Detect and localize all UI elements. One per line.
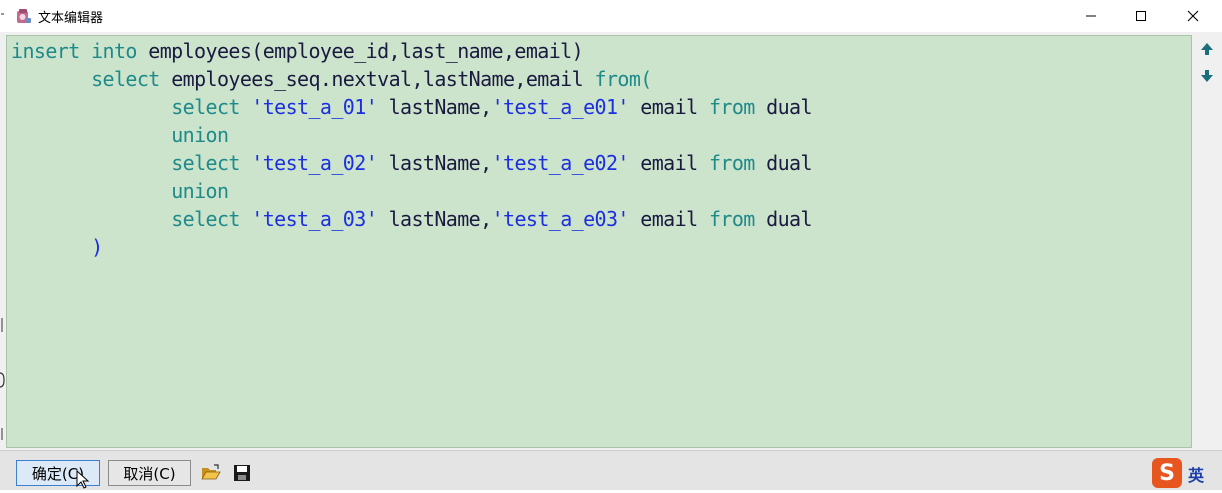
code-text: lastName,: [377, 95, 493, 119]
text-editor-window: 文本编辑器 insert into employees(employee_id,…: [0, 0, 1222, 490]
code-text: email: [628, 207, 709, 231]
minimize-button[interactable]: [1068, 0, 1114, 32]
ime-language: 英: [1188, 466, 1205, 485]
code-string: 'test_a_01': [251, 95, 378, 119]
code-text: dual: [766, 151, 812, 175]
cancel-button-label: 取消(C): [123, 464, 176, 483]
maximize-icon: [1135, 10, 1147, 22]
sogou-logo-icon: S: [1152, 458, 1182, 488]
minimize-icon: [1085, 10, 1097, 22]
code-string: ): [91, 235, 103, 259]
code-keyword: select: [171, 151, 252, 175]
code-string: 'test_a_e01': [491, 95, 630, 119]
code-text: email: [628, 151, 709, 175]
save-disk-icon[interactable]: [232, 463, 252, 483]
code-line: select 'test_a_02' lastName,'test_a_e02'…: [11, 149, 812, 177]
code-string: 'test_a_e02': [491, 151, 630, 175]
code-line: select 'test_a_01' lastName,'test_a_e01'…: [11, 93, 812, 121]
window-title: 文本编辑器: [38, 11, 104, 26]
code-line: union: [11, 177, 812, 205]
code-text: employees_seq.nextval,lastName,email: [171, 67, 595, 91]
background-edge-fragment: [0, 318, 4, 335]
code-keyword: from: [708, 207, 767, 231]
code-line: ): [11, 233, 812, 261]
scroll-down-arrow-icon[interactable]: [1199, 68, 1215, 84]
cancel-button[interactable]: 取消(C): [108, 460, 191, 486]
code-keyword: from: [708, 151, 767, 175]
code-keyword: from(: [594, 67, 653, 91]
code-line: select 'test_a_03' lastName,'test_a_e03'…: [11, 205, 812, 233]
background-edge-fragment: [0, 8, 4, 23]
mouse-cursor-icon: [76, 469, 90, 489]
code-line: select employees_seq.nextval,lastName,em…: [11, 65, 812, 93]
sql-code-text[interactable]: insert into employees(employee_id,last_n…: [11, 37, 813, 261]
text-editor-app-icon: [14, 7, 32, 25]
code-line: union: [11, 121, 812, 149]
code-text: email: [628, 95, 709, 119]
ime-indicator[interactable]: S 英: [1152, 456, 1222, 490]
code-text: lastName,: [377, 151, 493, 175]
code-keyword: insert into: [11, 39, 149, 63]
bottom-toolbar: 确定(C) 取消(C) S 英: [0, 450, 1222, 490]
close-button[interactable]: [1170, 0, 1216, 32]
close-icon: [1187, 10, 1199, 22]
code-keyword: from: [708, 95, 767, 119]
code-string: 'test_a_e03': [491, 207, 630, 231]
background-edge-fragment: [0, 428, 4, 443]
code-editor[interactable]: insert into employees(employee_id,last_n…: [6, 35, 1192, 448]
title-bar[interactable]: 文本编辑器: [0, 0, 1222, 32]
code-text: dual: [766, 207, 812, 231]
code-keyword: select: [91, 67, 172, 91]
background-edge-fragment: [0, 370, 5, 393]
code-keyword: select: [171, 95, 252, 119]
code-text: lastName,: [377, 207, 493, 231]
code-string: 'test_a_03': [251, 207, 378, 231]
code-string: 'test_a_02': [251, 151, 378, 175]
maximize-button[interactable]: [1118, 0, 1164, 32]
code-text: dual: [766, 95, 812, 119]
open-folder-icon[interactable]: [201, 463, 221, 483]
scroll-up-arrow-icon[interactable]: [1199, 41, 1215, 57]
code-keyword: select: [171, 207, 252, 231]
scroll-column: [1192, 35, 1222, 446]
code-text: employees(employee_id,last_name,email): [148, 39, 584, 63]
code-line: insert into employees(employee_id,last_n…: [11, 37, 812, 65]
code-keyword: union: [171, 179, 229, 203]
code-keyword: union: [171, 123, 229, 147]
